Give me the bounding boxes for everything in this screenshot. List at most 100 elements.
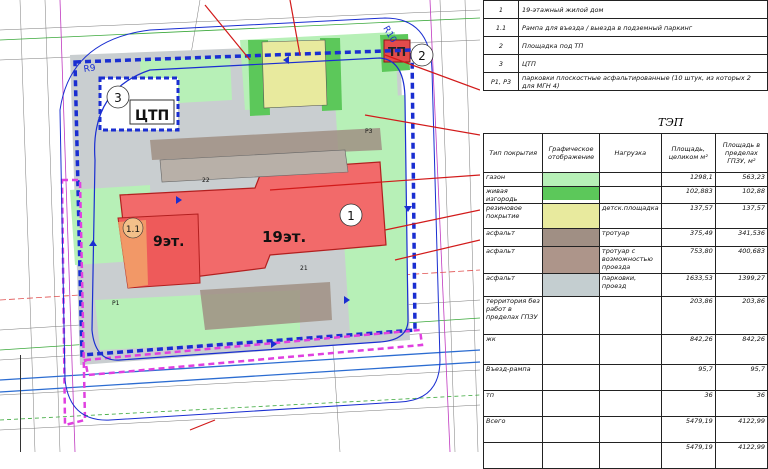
tep-cell-graphic <box>542 416 600 443</box>
tep-cell-area-gpzu: 137,57 <box>714 203 768 229</box>
tep-cell-graphic <box>542 172 600 187</box>
tep-cell-area-gpzu: 842,26 <box>714 334 768 365</box>
label-22: 22 <box>202 177 210 184</box>
tep-header-area-total: Площадь, целиком м² <box>660 133 716 173</box>
legend-row: Р1, Р3 парковки плоскостные асфальтирова… <box>483 72 768 91</box>
legend-key: 1.1 <box>483 18 519 37</box>
legend-swatch <box>543 274 599 296</box>
ctp-label: ЦТП <box>135 108 169 124</box>
marker-1-1: 1.1 <box>122 217 144 239</box>
tep-header-row: Тип покрытия Графическое отображение Наг… <box>482 133 768 173</box>
tep-cell-type: тп <box>482 390 544 417</box>
legend-swatch <box>543 229 599 246</box>
legend-text: парковки плоскостные асфальтированные (1… <box>518 72 768 91</box>
tep-cell-graphic <box>542 364 600 391</box>
tep-row: асфальт тротуар 375,49 341,536 <box>482 228 768 247</box>
legend-text: ЦТП <box>518 54 768 73</box>
tep-row: тп 36 36 <box>482 390 768 417</box>
tep-cell-graphic <box>542 228 600 247</box>
marker-1-1-text: 1.1 <box>126 225 140 235</box>
marker-1: 1 <box>339 203 363 227</box>
tep-cell-area-gpzu: 102,88 <box>714 186 768 204</box>
tep-cell-area-gpzu: 4122,99 <box>714 416 768 443</box>
tep-cell-area-total: 102,883 <box>660 186 716 204</box>
tep-cell-load <box>598 186 662 204</box>
tep-row: живая изгородь 102,883 102,88 <box>482 186 768 204</box>
legend-key: 2 <box>483 36 519 55</box>
tep-row: асфальт парковки, проезд 1633,53 1399,27 <box>482 273 768 297</box>
tep-cell-area-total: 36 <box>660 390 716 417</box>
tep-cell-load <box>598 416 662 443</box>
tep-header-load: Нагрузка <box>598 133 662 173</box>
tep-cell-type: жк <box>482 334 544 365</box>
tep-cell-load <box>598 442 662 469</box>
tep-cell-area-gpzu: 400,683 <box>714 246 768 274</box>
tep-row: Всего 5479,19 4122,99 <box>482 416 768 443</box>
legend-row: 1.1 Рампа для въезда / выезда в подземны… <box>483 18 768 37</box>
legend-text: Рампа для въезда / выезда в подземный па… <box>518 18 768 37</box>
building-9-label: 9эт. <box>153 234 184 250</box>
tep-header-area-gpzu: Площадь в пределах ГПЗУ, м² <box>714 133 768 173</box>
tep-cell-type: асфальт <box>482 246 544 274</box>
tep-cell-area-total: 137,57 <box>660 203 716 229</box>
legend-swatch <box>543 247 599 273</box>
tep-cell-area-total: 1298,1 <box>660 172 716 187</box>
tep-cell-graphic <box>542 390 600 417</box>
tep-cell-area-gpzu: 203,86 <box>714 296 768 335</box>
tep-cell-type: асфальт <box>482 273 544 297</box>
legend-row: 1 19-этажный жилой дом <box>483 0 768 19</box>
marker-3: 3 <box>106 85 130 109</box>
label-p3: P3 <box>365 128 373 135</box>
tep-row: резиновое покрытие детск.площадка 137,57 13… <box>482 203 768 229</box>
marker-1-text: 1 <box>347 209 355 223</box>
marker-2-text: 2 <box>418 49 426 63</box>
legend-key: 3 <box>483 54 519 73</box>
legend-swatch <box>543 173 599 186</box>
tep-cell-load: детск.площадка <box>598 203 662 229</box>
tep-cell-graphic <box>542 246 600 274</box>
label-p1: P1 <box>112 300 120 307</box>
tep-cell-graphic <box>542 186 600 204</box>
tep-cell-area-total: 203,86 <box>660 296 716 335</box>
tep-cell-area-total: 5479,19 <box>660 442 716 469</box>
site-plan: ТП ЦТП 1 2 3 1.1 19эт. 9эт. R9 R10 P3 P1… <box>0 0 480 452</box>
tep-cell-type: резиновое покрытие <box>482 203 544 229</box>
tep-cell-type: асфальт <box>482 228 544 247</box>
tep-cell-load <box>598 172 662 187</box>
tep-cell-load <box>598 390 662 417</box>
tep-row: территория без работ в пределах ГПЗУ 203,… <box>482 296 768 335</box>
tep-title: ТЭП <box>658 116 684 129</box>
tep-cell-area-total: 5479,19 <box>660 416 716 443</box>
tep-cell-area-gpzu: 95,7 <box>714 364 768 391</box>
tep-cell-graphic <box>542 203 600 229</box>
tep-cell-type: газон <box>482 172 544 187</box>
tep-cell-area-total: 753,80 <box>660 246 716 274</box>
tep-cell-load: тротуар <box>598 228 662 247</box>
label-21: 21 <box>300 265 308 272</box>
tep-cell-area-total: 375,49 <box>660 228 716 247</box>
tep-cell-graphic <box>542 334 600 365</box>
legend-swatch <box>543 204 599 228</box>
tep-cell-area-gpzu: 4122,99 <box>714 442 768 469</box>
building-19-label: 19эт. <box>262 228 306 246</box>
marker-3-text: 3 <box>114 91 122 105</box>
tep-cell-load <box>598 364 662 391</box>
tep-header-graphic: Графическое отображение <box>542 133 600 173</box>
tables-panel: 1 19-этажный жилой дом 1.1 Рампа для въе… <box>482 0 768 469</box>
tep-row: газон 1298,1 563,23 <box>482 172 768 187</box>
drawing-frame-edge <box>0 355 21 452</box>
tep-cell-graphic <box>542 442 600 469</box>
tep-cell-area-gpzu: 563,23 <box>714 172 768 187</box>
tep-cell-type: Въезд-рампа <box>482 364 544 391</box>
tep-cell-type <box>482 442 544 469</box>
marker-2: 2 <box>410 43 434 67</box>
tep-cell-graphic <box>542 273 600 297</box>
label-r9: R9 <box>83 63 97 75</box>
legend-text: Площадка под ТП <box>518 36 768 55</box>
tep-cell-load <box>598 334 662 365</box>
tep-cell-area-gpzu: 341,536 <box>714 228 768 247</box>
tep-cell-load: парковки, проезд <box>598 273 662 297</box>
tep-cell-type: территория без работ в пределах ГПЗУ <box>482 296 544 335</box>
tep-cell-type: Всего <box>482 416 544 443</box>
legend-table: 1 19-этажный жилой дом 1.1 Рампа для въе… <box>483 0 768 91</box>
